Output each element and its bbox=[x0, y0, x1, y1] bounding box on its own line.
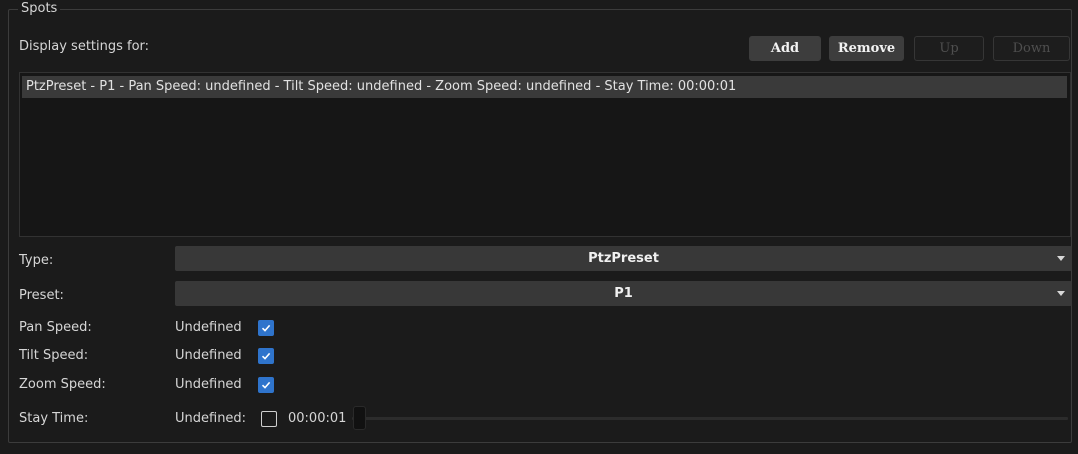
preset-dropdown[interactable]: P1 bbox=[175, 281, 1072, 306]
checkmark-icon bbox=[261, 381, 271, 389]
checkmark-icon bbox=[261, 352, 271, 360]
stay-time-undefined-label: Undefined: bbox=[175, 411, 247, 426]
zoom-speed-label: Zoom Speed: bbox=[19, 377, 106, 392]
remove-button[interactable]: Remove bbox=[829, 36, 904, 61]
zoom-speed-undefined-label: Undefined bbox=[175, 377, 242, 392]
add-button[interactable]: Add bbox=[749, 36, 821, 61]
down-button[interactable]: Down bbox=[993, 36, 1070, 61]
stay-time-label: Stay Time: bbox=[19, 411, 89, 426]
group-title: Spots bbox=[18, 0, 61, 18]
stay-time-slider-thumb[interactable] bbox=[353, 406, 366, 430]
chevron-down-icon bbox=[1057, 291, 1065, 296]
pan-speed-label: Pan Speed: bbox=[19, 320, 92, 335]
pan-speed-undefined-label: Undefined bbox=[175, 320, 242, 335]
type-dropdown[interactable]: PtzPreset bbox=[175, 246, 1072, 271]
display-settings-label: Display settings for: bbox=[19, 39, 150, 54]
stay-time-slider-track[interactable] bbox=[352, 417, 1068, 420]
type-dropdown-value: PtzPreset bbox=[588, 251, 659, 266]
preset-label: Preset: bbox=[19, 288, 64, 303]
checkmark-icon bbox=[261, 324, 271, 332]
chevron-down-icon bbox=[1057, 256, 1065, 261]
spots-panel: Spots Display settings for: Add Remove U… bbox=[0, 0, 1078, 454]
preset-dropdown-value: P1 bbox=[614, 286, 633, 301]
up-button[interactable]: Up bbox=[914, 36, 984, 61]
type-label: Type: bbox=[19, 253, 54, 268]
tilt-speed-label: Tilt Speed: bbox=[19, 348, 89, 363]
stay-time-value: 00:00:01 bbox=[288, 411, 347, 426]
tilt-speed-undefined-checkbox[interactable] bbox=[258, 348, 274, 364]
pan-speed-undefined-checkbox[interactable] bbox=[258, 320, 274, 336]
tilt-speed-undefined-label: Undefined bbox=[175, 348, 242, 363]
list-item[interactable]: PtzPreset - P1 - Pan Speed: undefined - … bbox=[22, 76, 1067, 98]
stay-time-undefined-checkbox[interactable] bbox=[261, 411, 277, 427]
spots-listbox[interactable]: PtzPreset - P1 - Pan Speed: undefined - … bbox=[19, 72, 1071, 237]
zoom-speed-undefined-checkbox[interactable] bbox=[258, 377, 274, 393]
